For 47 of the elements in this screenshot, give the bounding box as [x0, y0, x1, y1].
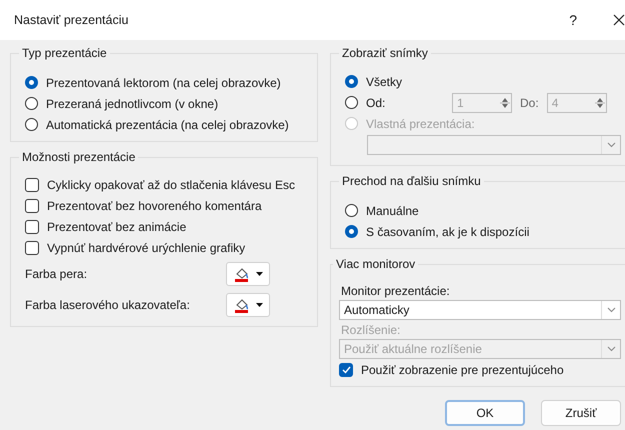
radio-label[interactable]: S časovaním, ak je k dispozícii	[366, 224, 530, 238]
checkbox[interactable]	[25, 198, 39, 212]
radio-label[interactable]: Manuálne	[366, 204, 419, 218]
checkbox[interactable]	[25, 178, 39, 192]
window-title: Nastaviť prezentáciu	[14, 13, 130, 27]
paint-bucket-icon	[234, 266, 250, 282]
group-title: Prechod na ďalšiu snímku	[341, 174, 482, 188]
checkbox[interactable]	[25, 240, 39, 254]
radio-button[interactable]	[345, 96, 358, 109]
color-picker-button[interactable]	[226, 262, 270, 286]
checkbox-label[interactable]: Prezentovať bez animácie	[47, 220, 186, 234]
close-icon[interactable]	[613, 14, 625, 26]
field-label: Rozlíšenie:	[341, 322, 400, 336]
checkbox[interactable]	[339, 362, 353, 376]
radio-label[interactable]: Automatická prezentácia (na celej obrazovke)	[46, 118, 289, 132]
check-icon	[342, 366, 350, 374]
checkbox-label[interactable]: Použiť zobrazenie pre prezentujúceho	[361, 362, 564, 376]
group-title: Viac monitorov	[335, 257, 416, 271]
radio-button[interactable]	[25, 118, 38, 131]
radio-button[interactable]	[345, 225, 358, 238]
field-label: Farba laserového ukazovateľa:	[25, 298, 190, 312]
group-title: Možnosti prezentácie	[21, 150, 136, 164]
radio-button[interactable]	[25, 97, 38, 110]
caret-icon	[256, 302, 262, 306]
caret-icon	[256, 272, 262, 276]
field-label: Monitor prezentácie:	[341, 284, 450, 298]
dialog-button[interactable]: OK	[445, 400, 525, 426]
radio-label[interactable]: Od:	[366, 96, 444, 110]
paint-bucket-icon	[234, 296, 250, 312]
checkbox[interactable]	[25, 220, 39, 234]
radio-button[interactable]	[345, 75, 358, 88]
help-button[interactable]: ?	[569, 12, 577, 28]
monitor-dropdown[interactable]: Automaticky	[339, 300, 621, 320]
color-picker-button[interactable]	[226, 292, 270, 316]
group-title: Zobraziť snímky	[341, 46, 429, 60]
field-label: Farba pera:	[25, 266, 88, 280]
radio-label[interactable]: Prezeraná jednotlivcom (v okne)	[46, 96, 218, 110]
radio-button[interactable]	[345, 204, 358, 217]
radio-button[interactable]	[25, 76, 38, 89]
dialog-button[interactable]: Zrušiť	[541, 400, 621, 426]
checkbox-label[interactable]: Vypnúť hardvérové urýchlenie grafiky	[47, 240, 246, 254]
group-title: Typ prezentácie	[21, 46, 108, 60]
radio-label[interactable]: Všetky	[366, 74, 402, 88]
radio-label[interactable]: Prezentovaná lektorom (na celej obrazovke)	[46, 76, 281, 90]
checkbox-label[interactable]: Prezentovať bez hovoreného komentára	[47, 198, 262, 212]
field-label: Do:	[520, 96, 539, 110]
checkbox-label[interactable]: Cyklicky opakovať až do stlačenia klávesu Esc	[47, 178, 295, 192]
